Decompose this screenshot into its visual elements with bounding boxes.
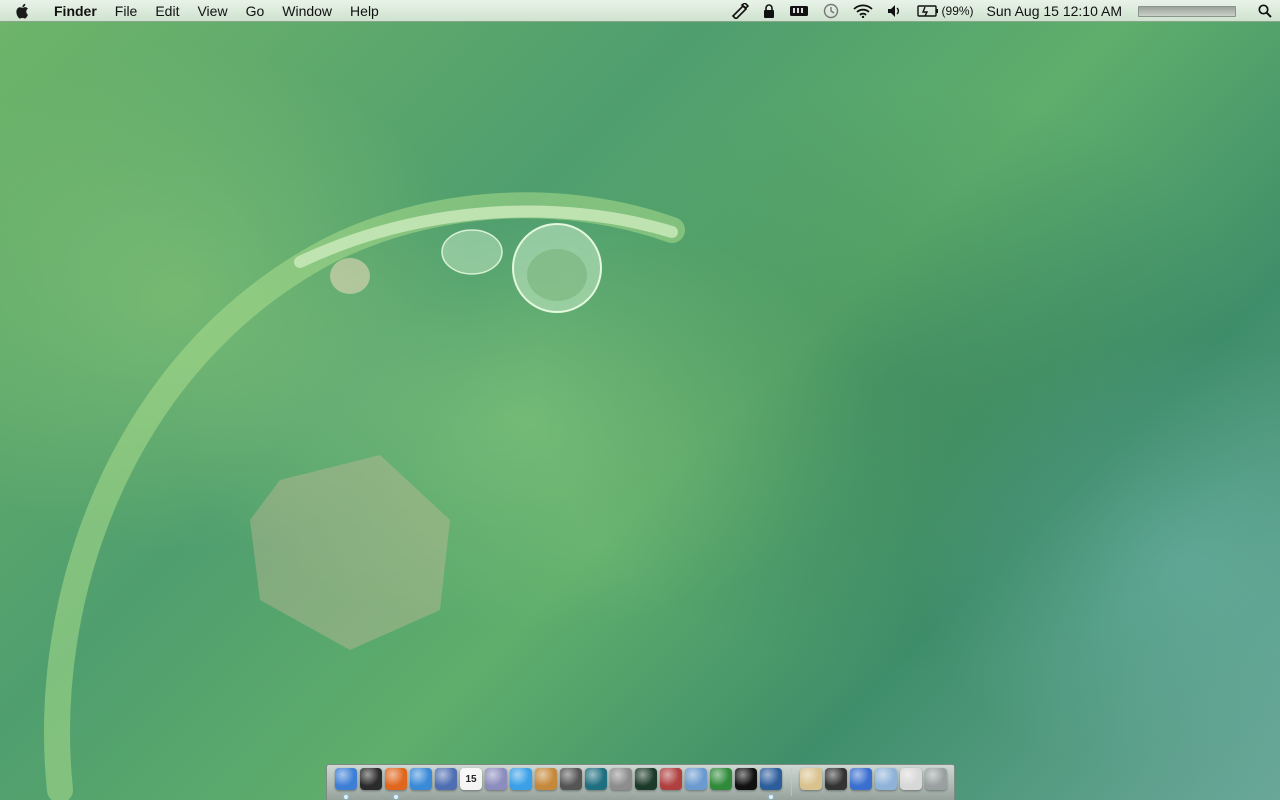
menu-view[interactable]: View [188,0,236,22]
star-icon[interactable] [560,768,582,790]
app-menu-finder[interactable]: Finder [44,0,106,22]
activity-monitor-icon[interactable] [635,768,657,790]
running-indicator [394,795,398,799]
battery-status[interactable]: (99%) [910,0,981,22]
dock-apps: 15 [335,768,785,799]
text-editor-icon[interactable] [660,768,682,790]
firefox-icon[interactable] [385,768,407,799]
menu-file[interactable]: File [106,0,147,22]
documents-stack-icon[interactable] [800,768,822,790]
running-indicator [344,795,348,799]
iphoto-icon[interactable] [535,768,557,790]
dock-separator [791,768,792,796]
web-stack-icon[interactable] [850,768,872,790]
wifi-icon[interactable] [846,0,880,22]
itunes-icon[interactable] [510,768,532,790]
system-preferences-icon[interactable] [610,768,632,790]
script-icon[interactable] [724,0,756,22]
apple-menu-icon[interactable] [0,0,44,22]
dock: 15 [326,764,955,800]
volume-icon[interactable] [880,0,910,22]
desktop-wallpaper [0,0,1280,800]
battery-icon [916,5,938,17]
pictures-stack-icon[interactable] [900,768,922,790]
menu-window[interactable]: Window [273,0,341,22]
dock-stacks [800,768,950,790]
preview-icon[interactable] [485,768,507,790]
menu-help[interactable]: Help [341,0,388,22]
battery-percent: (99%) [941,4,974,18]
memory-icon[interactable] [782,0,816,22]
ical-date: 15 [465,773,477,785]
user-menu[interactable] [1138,5,1236,17]
applications-folder-icon[interactable] [875,768,897,790]
lock-icon[interactable] [756,0,782,22]
time-machine-icon[interactable] [816,0,846,22]
safari-icon[interactable] [410,768,432,790]
dashboard-icon[interactable] [360,768,382,790]
screenshot-icon[interactable] [760,768,782,799]
menu-edit[interactable]: Edit [146,0,188,22]
mail-stamp-icon[interactable] [435,768,457,790]
menu-bar: Finder File Edit View Go Window Help (99… [0,0,1280,22]
ical-icon[interactable]: 15 [460,768,482,790]
finder-icon[interactable] [335,768,357,799]
utility-icon[interactable] [685,768,707,790]
running-indicator [769,795,773,799]
spotlight-search-icon[interactable] [1250,0,1280,22]
trash-icon[interactable] [925,768,947,790]
globe-icon[interactable] [710,768,732,790]
time-machine-dock-icon[interactable] [585,768,607,790]
menu-clock[interactable]: Sun Aug 15 12:10 AM [981,3,1128,19]
downloads-stack-icon[interactable] [825,768,847,790]
terminal-icon[interactable] [735,768,757,790]
menu-go[interactable]: Go [237,0,274,22]
